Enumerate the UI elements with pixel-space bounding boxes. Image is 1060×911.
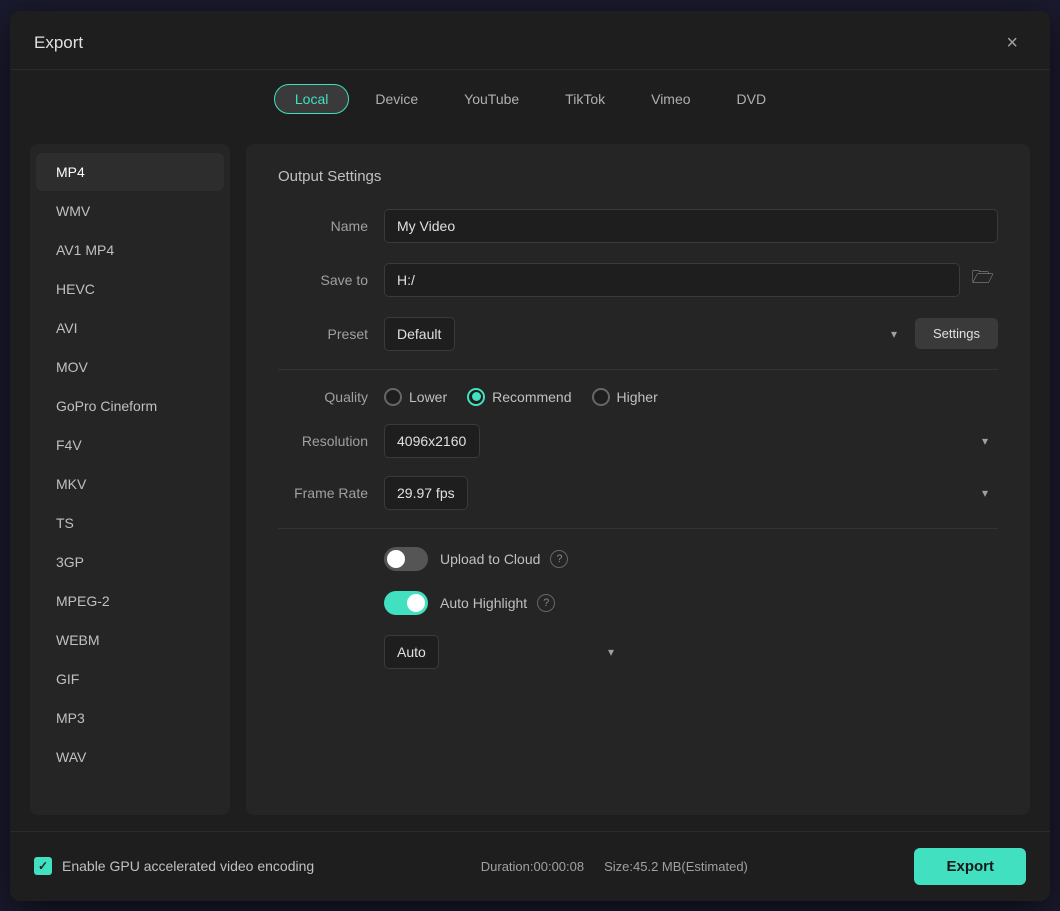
folder-browse-button[interactable]: 🗁 xyxy=(968,261,998,299)
auto-highlight-help-icon[interactable]: ? xyxy=(537,594,555,612)
save-to-input[interactable] xyxy=(384,263,960,297)
upload-to-cloud-knob xyxy=(387,550,405,568)
upload-to-cloud-help-icon[interactable]: ? xyxy=(550,550,568,568)
quality-recommend[interactable]: Recommend xyxy=(467,388,571,406)
footer-info: Duration:00:00:08 Size:45.2 MB(Estimated… xyxy=(481,859,748,874)
frame-rate-select[interactable]: 29.97 fps xyxy=(384,476,468,510)
quality-label: Quality xyxy=(278,389,368,405)
tab-bar: Local Device YouTube TikTok Vimeo DVD xyxy=(10,70,1050,128)
frame-rate-select-wrapper: 29.97 fps xyxy=(384,476,998,510)
preset-select-wrapper: Default xyxy=(384,317,907,351)
dialog-footer: Enable GPU accelerated video encoding Du… xyxy=(10,831,1050,901)
settings-button[interactable]: Settings xyxy=(915,318,998,349)
name-row: Name xyxy=(278,209,998,243)
auto-select-wrapper: Auto xyxy=(384,635,624,669)
preset-label: Preset xyxy=(278,326,368,342)
frame-rate-label: Frame Rate xyxy=(278,485,368,501)
format-item-3gp[interactable]: 3GP xyxy=(36,543,224,581)
upload-to-cloud-row: Upload to Cloud ? xyxy=(278,547,998,571)
format-item-av1mp4[interactable]: AV1 MP4 xyxy=(36,231,224,269)
format-item-mkv[interactable]: MKV xyxy=(36,465,224,503)
tab-local[interactable]: Local xyxy=(274,84,349,114)
resolution-select-wrapper: 4096x2160 xyxy=(384,424,998,458)
quality-lower-radio[interactable] xyxy=(384,388,402,406)
quality-options: Lower Recommend Higher xyxy=(384,388,658,406)
preset-row: Preset Default Settings xyxy=(278,317,998,351)
tab-vimeo[interactable]: Vimeo xyxy=(631,85,710,113)
quality-recommend-radio[interactable] xyxy=(467,388,485,406)
resolution-row: Resolution 4096x2160 xyxy=(278,424,998,458)
auto-select[interactable]: Auto xyxy=(384,635,439,669)
tab-dvd[interactable]: DVD xyxy=(717,85,787,113)
upload-to-cloud-label: Upload to Cloud xyxy=(440,551,540,567)
size-label: Size:45.2 MB(Estimated) xyxy=(604,859,748,874)
format-item-gif[interactable]: GIF xyxy=(36,660,224,698)
quality-higher-radio[interactable] xyxy=(592,388,610,406)
format-list: MP4 WMV AV1 MP4 HEVC AVI MOV GoPro Cinef… xyxy=(30,144,230,815)
auto-highlight-row: Auto Highlight ? xyxy=(278,591,998,615)
format-item-mp4[interactable]: MP4 xyxy=(36,153,224,191)
name-input[interactable] xyxy=(384,209,998,243)
name-label: Name xyxy=(278,218,368,234)
format-item-f4v[interactable]: F4V xyxy=(36,426,224,464)
quality-lower[interactable]: Lower xyxy=(384,388,447,406)
resolution-label: Resolution xyxy=(278,433,368,449)
format-item-mov[interactable]: MOV xyxy=(36,348,224,386)
tab-device[interactable]: Device xyxy=(355,85,438,113)
preset-select[interactable]: Default xyxy=(384,317,455,351)
export-button[interactable]: Export xyxy=(914,848,1026,885)
export-dialog: Export × Local Device YouTube TikTok Vim… xyxy=(10,11,1050,901)
output-panel: Output Settings Name Save to 🗁 Preset xyxy=(246,144,1030,815)
gpu-label: Enable GPU accelerated video encoding xyxy=(62,858,314,874)
upload-to-cloud-toggle[interactable] xyxy=(384,547,428,571)
save-to-label: Save to xyxy=(278,272,368,288)
dialog-title: Export xyxy=(34,33,83,53)
save-to-input-group: 🗁 xyxy=(384,261,998,299)
auto-highlight-toggle[interactable] xyxy=(384,591,428,615)
quality-recommend-label: Recommend xyxy=(492,389,571,405)
format-item-mpeg2[interactable]: MPEG-2 xyxy=(36,582,224,620)
divider xyxy=(278,369,998,370)
resolution-select[interactable]: 4096x2160 xyxy=(384,424,480,458)
auto-select-row: Auto xyxy=(278,635,998,669)
save-to-row: Save to 🗁 xyxy=(278,261,998,299)
frame-rate-row: Frame Rate 29.97 fps xyxy=(278,476,998,510)
format-item-mp3[interactable]: MP3 xyxy=(36,699,224,737)
quality-lower-label: Lower xyxy=(409,389,447,405)
dialog-body: MP4 WMV AV1 MP4 HEVC AVI MOV GoPro Cinef… xyxy=(10,128,1050,831)
format-item-gopro[interactable]: GoPro Cineform xyxy=(36,387,224,425)
auto-highlight-label: Auto Highlight xyxy=(440,595,527,611)
preset-input-group: Default Settings xyxy=(384,317,998,351)
format-item-wav[interactable]: WAV xyxy=(36,738,224,776)
format-item-ts[interactable]: TS xyxy=(36,504,224,542)
format-item-avi[interactable]: AVI xyxy=(36,309,224,347)
output-section-title: Output Settings xyxy=(278,168,998,185)
format-item-webm[interactable]: WEBM xyxy=(36,621,224,659)
quality-higher[interactable]: Higher xyxy=(592,388,658,406)
format-item-hevc[interactable]: HEVC xyxy=(36,270,224,308)
tab-tiktok[interactable]: TikTok xyxy=(545,85,625,113)
divider-2 xyxy=(278,528,998,529)
gpu-checkbox[interactable] xyxy=(34,857,52,875)
dialog-header: Export × xyxy=(10,11,1050,70)
format-item-wmv[interactable]: WMV xyxy=(36,192,224,230)
auto-highlight-knob xyxy=(407,594,425,612)
close-button[interactable]: × xyxy=(998,29,1026,57)
duration-label: Duration:00:00:08 xyxy=(481,859,584,874)
quality-row: Quality Lower Recommend Higher xyxy=(278,388,998,406)
gpu-checkbox-row: Enable GPU accelerated video encoding xyxy=(34,857,314,875)
quality-higher-label: Higher xyxy=(617,389,658,405)
tab-youtube[interactable]: YouTube xyxy=(444,85,539,113)
